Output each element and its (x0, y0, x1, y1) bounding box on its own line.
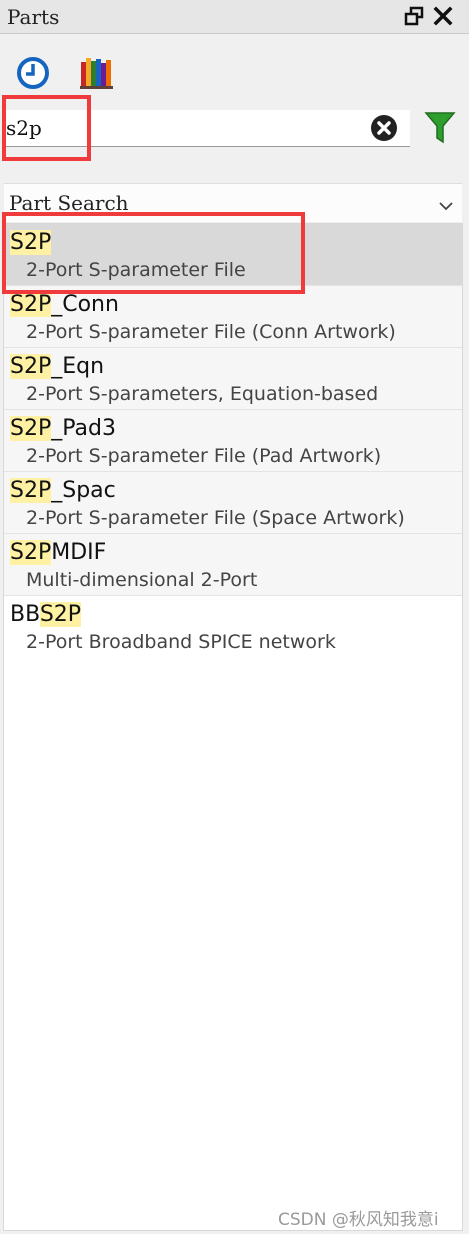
panel-titlebar: Parts (0, 0, 469, 34)
part-name-match: S2P (10, 540, 52, 565)
panel-title: Parts (7, 5, 60, 29)
search-mode-label: Part Search (9, 191, 129, 215)
part-description: 2-Port S-parameter File (Conn Artwork) (26, 321, 396, 343)
watermark: CSDN @秋风知我意i (278, 1210, 439, 1230)
part-name-match: S2P (10, 416, 52, 441)
part-name: S2P_Conn (10, 292, 119, 317)
library-books-icon[interactable] (79, 55, 115, 95)
search-input[interactable] (6, 110, 361, 146)
part-description: 2-Port S-parameters, Equation-based (26, 383, 379, 405)
part-name: BBS2P (10, 602, 82, 627)
part-name: S2PMDIF (10, 540, 106, 565)
part-description: 2-Port S-parameter File (26, 259, 246, 281)
part-name-suffix: _Spac (51, 478, 116, 503)
part-name-suffix: MDIF (51, 540, 107, 565)
part-name: S2P_Pad3 (10, 416, 116, 441)
part-name-match: S2P (10, 230, 52, 255)
part-name-suffix: _Eqn (51, 354, 105, 379)
result-row[interactable]: S2PMDIF Multi-dimensional 2-Port (4, 534, 462, 596)
clear-circle-icon[interactable] (369, 113, 399, 143)
result-row[interactable]: S2P 2-Port S-parameter File (4, 224, 462, 286)
part-description: 2-Port S-parameter File (Pad Artwork) (26, 445, 382, 467)
part-description: 2-Port S-parameter File (Space Artwork) (26, 507, 405, 529)
part-name-prefix: BB (10, 602, 40, 627)
result-row[interactable]: S2P_Pad3 2-Port S-parameter File (Pad Art… (4, 410, 462, 472)
part-name: S2P (10, 230, 52, 255)
result-row[interactable]: S2P_Spac 2-Port S-parameter File (Space A… (4, 472, 462, 534)
part-name: S2P_Eqn (10, 354, 104, 379)
part-name-suffix: _Pad3 (51, 416, 116, 441)
part-description: Multi-dimensional 2-Port (26, 569, 258, 591)
part-name-match: S2P (10, 292, 52, 317)
part-name-suffix: _Conn (51, 292, 119, 317)
history-icon[interactable] (15, 55, 51, 95)
filter-funnel-icon[interactable] (424, 110, 456, 150)
close-icon[interactable] (432, 5, 454, 27)
result-row[interactable]: S2P_Eqn 2-Port S-parameters, Equation-bas… (4, 348, 462, 410)
part-name-match: S2P (10, 354, 52, 379)
part-name: S2P_Spac (10, 478, 116, 503)
chevron-down-icon (438, 196, 454, 215)
float-window-icon[interactable] (403, 5, 425, 27)
search-box (4, 110, 410, 147)
search-mode-dropdown[interactable]: Part Search (4, 183, 462, 222)
result-row[interactable]: S2P_Conn 2-Port S-parameter File (Conn Ar… (4, 286, 462, 348)
results-list: S2P 2-Port S-parameter File S2P_Conn 2-Port… (3, 223, 463, 1231)
part-name-match: S2P (10, 478, 52, 503)
part-description: 2-Port Broadband SPICE network (26, 631, 336, 653)
result-row[interactable]: BBS2P 2-Port Broadband SPICE network (4, 596, 462, 658)
part-name-match: S2P (39, 602, 82, 627)
